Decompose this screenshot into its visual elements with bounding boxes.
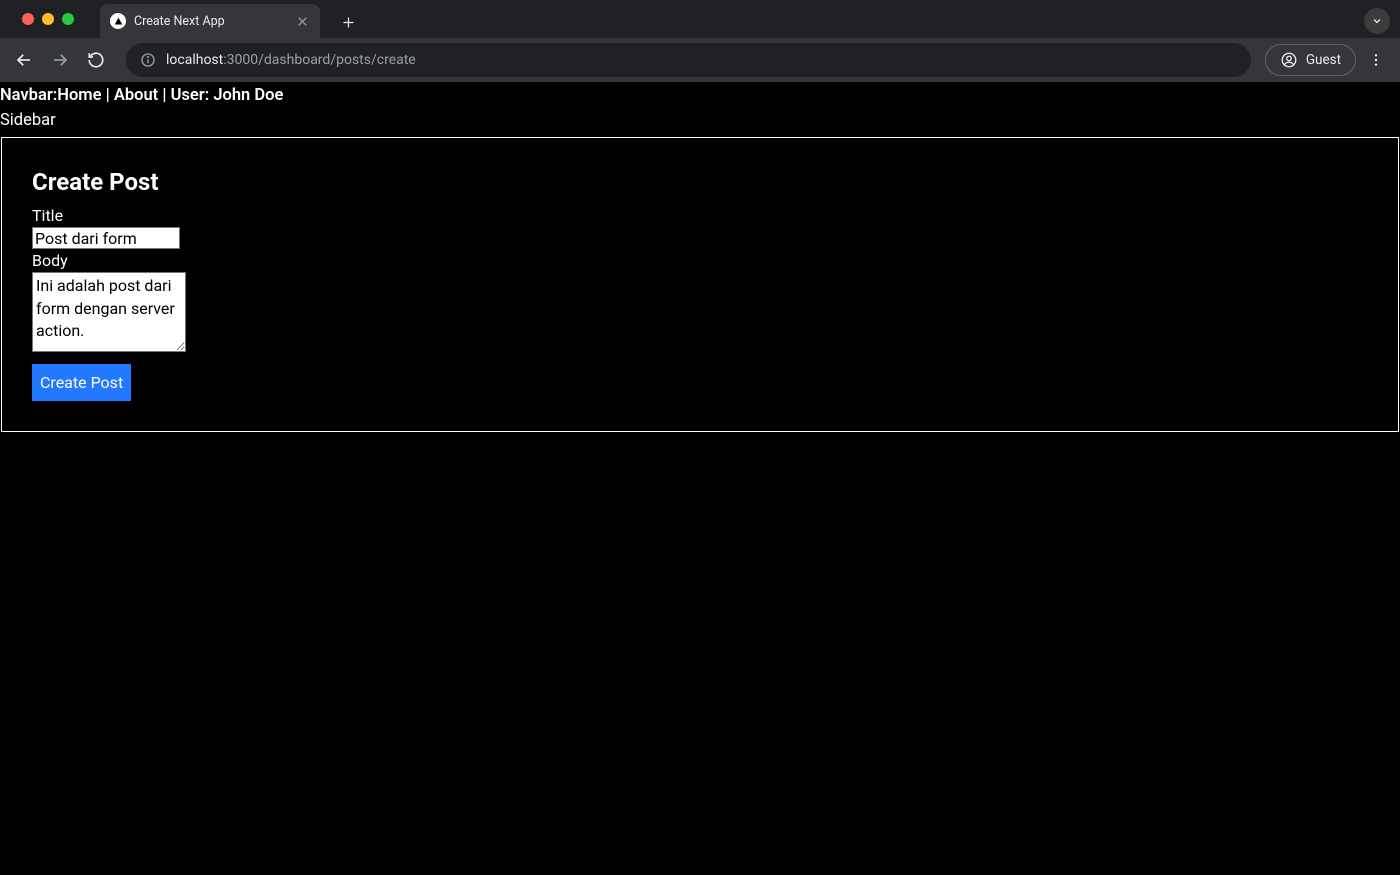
- address-bar[interactable]: localhost:3000/dashboard/posts/create: [126, 43, 1251, 77]
- body-label: Body: [32, 251, 1368, 270]
- vercel-icon: [110, 13, 126, 29]
- url-text: localhost:3000/dashboard/posts/create: [166, 52, 416, 68]
- reload-button[interactable]: [80, 44, 112, 76]
- browser-toolbar: localhost:3000/dashboard/posts/create Gu…: [0, 38, 1400, 82]
- nav-user-name: John Doe: [213, 86, 283, 105]
- tab-bar: Create Next App: [0, 0, 1400, 38]
- page-content: Navbar:Home | About | User: John Doe Sid…: [0, 82, 1400, 432]
- page-title: Create Post: [32, 168, 1368, 196]
- browser-chrome: Create Next App localhost:3000/dashboard…: [0, 0, 1400, 82]
- back-button[interactable]: [8, 44, 40, 76]
- new-tab-button[interactable]: [334, 8, 362, 36]
- profile-button-guest[interactable]: Guest: [1265, 44, 1356, 76]
- browser-menu-button[interactable]: [1360, 44, 1392, 76]
- body-textarea[interactable]: [32, 272, 186, 352]
- navbar: Navbar:Home | About | User: John Doe: [0, 82, 1400, 109]
- window-maximize-button[interactable]: [62, 13, 74, 25]
- main-panel: Create Post Title Body Create Post: [1, 137, 1399, 432]
- window-controls: [12, 0, 84, 38]
- tab-title: Create Next App: [134, 14, 286, 29]
- title-label: Title: [32, 206, 1368, 225]
- guest-label: Guest: [1306, 52, 1341, 68]
- create-post-button[interactable]: Create Post: [32, 364, 131, 401]
- sidebar: Sidebar: [0, 109, 1400, 136]
- forward-button[interactable]: [44, 44, 76, 76]
- nav-separator: |: [102, 86, 114, 105]
- site-info-icon[interactable]: [140, 52, 156, 68]
- browser-tab[interactable]: Create Next App: [100, 4, 320, 38]
- navbar-prefix: Navbar:: [0, 86, 57, 105]
- nav-user-prefix: User:: [171, 86, 214, 105]
- close-tab-button[interactable]: [294, 13, 310, 29]
- nav-link-home[interactable]: Home: [57, 86, 101, 105]
- tabs-dropdown-button[interactable]: [1364, 8, 1390, 34]
- nav-separator: |: [158, 86, 170, 105]
- window-close-button[interactable]: [22, 13, 34, 25]
- window-minimize-button[interactable]: [42, 13, 54, 25]
- title-input[interactable]: [32, 227, 180, 249]
- nav-link-about[interactable]: About: [114, 86, 158, 105]
